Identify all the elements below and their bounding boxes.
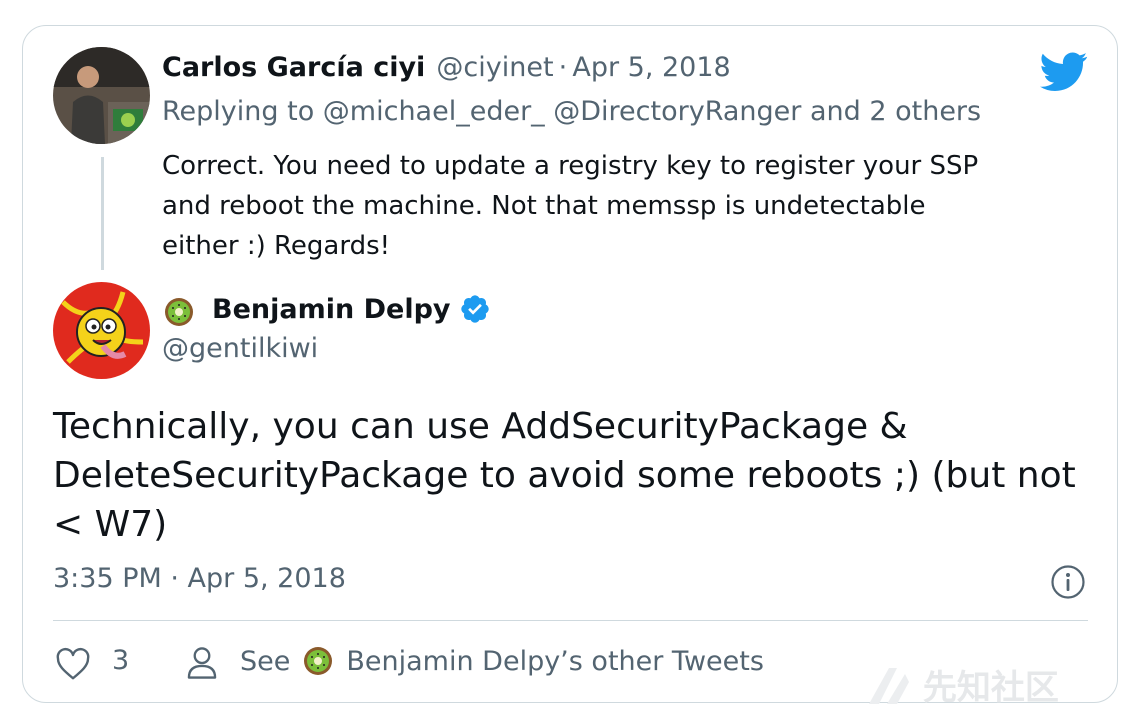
tweet-author-row: Benjamin Delpy: [212, 293, 491, 325]
see-label: See: [240, 645, 291, 677]
reply-separator: ·: [558, 52, 568, 83]
tweet-body: Technically, you can use AddSecurityPack…: [53, 402, 1076, 549]
other-tweets-label: Benjamin Delpy’s other Tweets: [346, 645, 764, 677]
twitter-bird-icon[interactable]: [1040, 52, 1088, 92]
reply-author-handle[interactable]: @ciyinet: [436, 52, 553, 83]
tweet-text-line: Technically, you can use AddSecurityPack…: [53, 406, 908, 447]
reply-author-name[interactable]: Carlos García ciyi: [162, 52, 425, 83]
tweet-text-line: DeleteSecurityPackage to avoid some rebo…: [53, 455, 1076, 496]
verified-badge-icon: [459, 293, 491, 325]
reply-text-line: Correct. You need to update a registry k…: [162, 151, 979, 181]
reply-body: Correct. You need to update a registry k…: [162, 146, 978, 266]
tweet-author-name[interactable]: Benjamin Delpy: [212, 294, 451, 325]
benjamin-avatar[interactable]: [53, 282, 150, 379]
reply-date[interactable]: Apr 5, 2018: [572, 52, 730, 83]
kiwi-emoji-icon: [163, 296, 195, 328]
person-icon[interactable]: [186, 645, 218, 681]
kiwi-emoji-icon: [302, 645, 334, 677]
tweet-timestamp[interactable]: 3:35 PM · Apr 5, 2018: [53, 563, 346, 594]
actions-divider: [53, 620, 1088, 621]
heart-icon[interactable]: [55, 647, 91, 681]
carlos-avatar[interactable]: [53, 47, 150, 144]
see-other-tweets-link[interactable]: See Benjamin Delpy’s other Tweets: [240, 645, 764, 677]
reply-text-line: and reboot the machine. Not that memssp …: [162, 191, 926, 221]
watermark-logo: 先知社区: [865, 660, 1059, 709]
tweet-text-line: < W7): [53, 504, 168, 545]
replying-to[interactable]: Replying to @michael_eder_ @DirectoryRan…: [162, 96, 981, 127]
watermark-text: 先知社区: [922, 668, 1059, 708]
thread-connector-line: [101, 157, 104, 270]
reply-header: Carlos García ciyi @ciyinet · Apr 5, 201…: [162, 52, 731, 83]
tweet-author-handle[interactable]: @gentilkiwi: [162, 333, 318, 364]
info-icon[interactable]: [1050, 564, 1086, 600]
reply-text-line: either :) Regards!: [162, 231, 391, 261]
like-count[interactable]: 3: [112, 645, 129, 676]
